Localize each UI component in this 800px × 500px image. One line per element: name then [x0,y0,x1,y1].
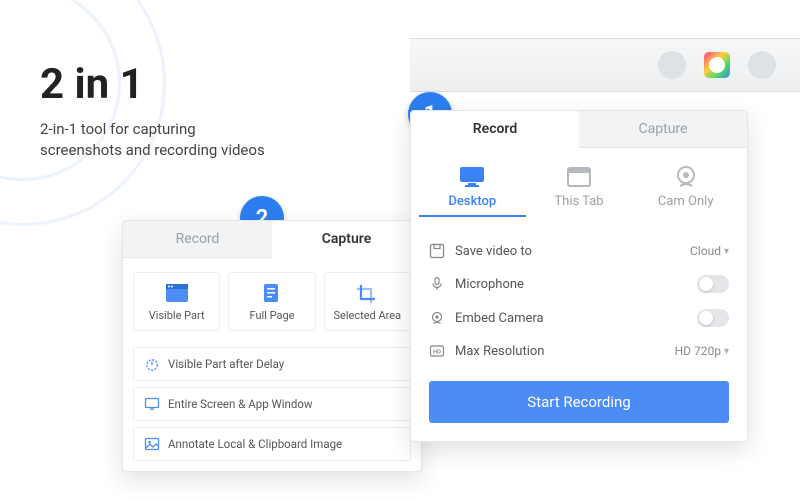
mode-selected-area-label: Selected Area [327,309,408,322]
extension-icon[interactable] [704,52,730,78]
scroll-icon [260,283,284,303]
svg-text:HD: HD [433,350,441,356]
setting-save-to[interactable]: Save video to Cloud ▾ [429,235,729,267]
capture-options: Visible Part after Delay Entire Screen &… [123,339,421,471]
source-cam-only-label: Cam Only [632,194,739,209]
headline-subtitle: 2-in-1 tool for capturing screenshots an… [40,119,265,161]
tab-icon [565,166,593,188]
option-entire-screen-label: Entire Screen & App Window [168,397,313,411]
tab-record[interactable]: Record [411,111,579,148]
timer-icon [144,356,160,372]
microphone-icon [429,276,445,292]
tab-record[interactable]: Record [123,221,272,258]
capture-modes: Visible Part Full Page Selected Area [123,258,421,339]
mode-full-page-label: Full Page [231,309,312,322]
option-annotate-label: Annotate Local & Clipboard Image [168,437,342,451]
microphone-toggle[interactable] [697,275,729,293]
hd-icon: HD [429,343,445,359]
camera-icon [429,310,445,326]
setting-resolution-label: Max Resolution [455,344,675,359]
screen-icon [144,396,160,412]
record-panel-tabs: Record Capture [411,111,747,148]
toolbar-button-placeholder [658,51,686,79]
capture-panel: Record Capture Visible Part Full Page Se… [122,220,422,472]
monitor-icon [458,166,486,188]
source-desktop[interactable]: Desktop [419,166,526,217]
browser-toolbar [410,38,800,92]
webcam-icon [672,166,700,188]
embed-camera-toggle[interactable] [697,309,729,327]
avatar-placeholder [748,51,776,79]
mode-selected-area[interactable]: Selected Area [324,272,411,331]
tab-capture[interactable]: Capture [272,221,421,258]
mode-visible-part-label: Visible Part [136,309,217,322]
source-this-tab-label: This Tab [526,194,633,209]
mode-visible-part[interactable]: Visible Part [133,272,220,331]
setting-microphone-label: Microphone [455,277,697,292]
save-icon [429,243,445,259]
setting-microphone: Microphone [429,267,729,301]
setting-save-to-value: Cloud [690,244,721,258]
source-this-tab[interactable]: This Tab [526,166,633,217]
source-cam-only[interactable]: Cam Only [632,166,739,217]
crop-icon [355,283,379,303]
tab-capture[interactable]: Capture [579,111,747,148]
option-entire-screen[interactable]: Entire Screen & App Window [133,387,411,421]
start-recording-button[interactable]: Start Recording [429,381,729,423]
record-panel: Record Capture Desktop This Tab Cam Only [410,110,748,442]
image-icon [144,436,160,452]
record-sources: Desktop This Tab Cam Only [411,148,747,225]
option-annotate[interactable]: Annotate Local & Clipboard Image [133,427,411,461]
option-visible-delay-label: Visible Part after Delay [168,357,284,371]
chevron-down-icon: ▾ [724,246,729,257]
record-settings: Save video to Cloud ▾ Microphone Embed C… [411,225,747,367]
chevron-down-icon: ▾ [724,346,729,357]
setting-embed-camera-label: Embed Camera [455,311,697,326]
capture-panel-tabs: Record Capture [123,221,421,258]
window-icon [165,283,189,303]
setting-resolution[interactable]: HD Max Resolution HD 720p ▾ [429,335,729,367]
setting-embed-camera: Embed Camera [429,301,729,335]
source-desktop-label: Desktop [419,194,526,209]
option-visible-delay[interactable]: Visible Part after Delay [133,347,411,381]
setting-save-to-label: Save video to [455,244,690,259]
headline-block: 2 in 1 2-in-1 tool for capturing screens… [40,60,265,161]
setting-resolution-value: HD 720p [675,344,721,358]
headline-title: 2 in 1 [40,60,265,109]
mode-full-page[interactable]: Full Page [228,272,315,331]
